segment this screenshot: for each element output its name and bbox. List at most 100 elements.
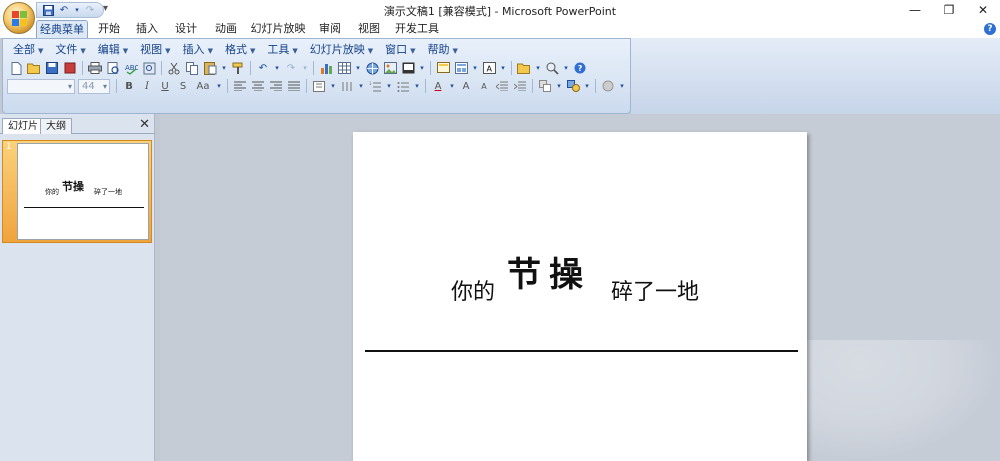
help-icon[interactable]: ? <box>572 60 588 76</box>
customize-qat-icon[interactable]: ▾ <box>103 3 108 14</box>
tab-slides[interactable]: 幻灯片 <box>2 118 44 134</box>
text-direction-dropdown-icon[interactable]: ▾ <box>329 78 337 94</box>
align-left-icon[interactable] <box>232 78 248 94</box>
new-slide-icon[interactable] <box>435 60 451 76</box>
columns-icon[interactable] <box>339 78 355 94</box>
new-icon[interactable] <box>8 60 24 76</box>
menu-window[interactable]: 窗口 ▼ <box>379 42 421 58</box>
underline-icon[interactable]: U <box>157 78 173 94</box>
tab-design[interactable]: 设计 <box>168 20 204 38</box>
table-dropdown-icon[interactable]: ▾ <box>354 60 362 76</box>
undo-icon[interactable]: ↶ <box>57 4 71 16</box>
slide-canvas[interactable]: 你的 节操 碎了一地 <box>353 132 807 461</box>
bullets-dropdown-icon[interactable]: ▾ <box>413 78 421 94</box>
hyperlink-icon[interactable] <box>364 60 380 76</box>
bold-icon[interactable]: B <box>121 78 137 94</box>
menu-tools[interactable]: 工具 ▼ <box>261 42 303 58</box>
paste-dropdown-icon[interactable]: ▾ <box>220 60 228 76</box>
align-center-icon[interactable] <box>250 78 266 94</box>
tab-classic-menu[interactable]: 经典菜单 <box>36 20 88 38</box>
folder-icon[interactable] <box>516 60 532 76</box>
text-box-dropdown-icon[interactable]: ▾ <box>499 60 507 76</box>
menu-view[interactable]: 视图 ▼ <box>134 42 176 58</box>
tab-animation[interactable]: 动画 <box>208 20 244 38</box>
numbering-dropdown-icon[interactable]: ▾ <box>385 78 393 94</box>
close-panel-icon[interactable]: ✕ <box>139 117 150 132</box>
permission-icon[interactable] <box>62 60 78 76</box>
tab-home[interactable]: 开始 <box>92 20 126 38</box>
arrange-icon[interactable] <box>537 78 553 94</box>
italic-icon[interactable]: I <box>139 78 155 94</box>
arrange-dropdown-icon[interactable]: ▾ <box>555 78 563 94</box>
close-button[interactable]: ✕ <box>966 0 1000 20</box>
cut-icon[interactable] <box>166 60 182 76</box>
menu-edit[interactable]: 编辑 ▼ <box>92 42 134 58</box>
shadow-icon[interactable]: S <box>175 78 191 94</box>
slide-thumbnail-selected[interactable]: 1 你的 节操 碎了一地 <box>2 140 152 243</box>
columns-dropdown-icon[interactable]: ▾ <box>357 78 365 94</box>
color-grayscale-icon[interactable] <box>400 60 416 76</box>
undo-icon[interactable]: ↶ <box>255 60 271 76</box>
undo-list-icon[interactable]: ▾ <box>273 60 281 76</box>
tab-outline[interactable]: 大纲 <box>40 118 72 134</box>
menu-all[interactable]: 全部 ▼ <box>7 42 49 58</box>
grayscale-dropdown-icon[interactable]: ▾ <box>418 60 426 76</box>
tab-insert[interactable]: 插入 <box>130 20 164 38</box>
menu-help[interactable]: 帮助 ▼ <box>422 42 464 58</box>
font-name-combo[interactable] <box>7 78 75 94</box>
font-color-dropdown-icon[interactable]: ▾ <box>448 78 456 94</box>
numbering-icon[interactable]: 1 <box>367 78 383 94</box>
font-size-combo[interactable]: 44 <box>78 78 110 94</box>
zoom-icon[interactable] <box>544 60 560 76</box>
text-box-icon[interactable]: A <box>481 60 497 76</box>
minimize-button[interactable]: — <box>898 0 932 20</box>
shapes-dropdown-icon[interactable]: ▾ <box>583 78 591 94</box>
menu-format[interactable]: 格式 ▼ <box>219 42 261 58</box>
slide-text-left[interactable]: 你的 <box>451 274 495 306</box>
slide-layout-icon[interactable] <box>453 60 469 76</box>
office-button[interactable] <box>3 2 35 34</box>
paste-icon[interactable] <box>202 60 218 76</box>
slide-divider-line[interactable] <box>365 350 798 352</box>
slide-text-right[interactable]: 碎了一地 <box>611 274 699 306</box>
align-right-icon[interactable] <box>268 78 284 94</box>
grow-font-icon[interactable]: A <box>458 78 474 94</box>
print-preview-icon[interactable] <box>105 60 121 76</box>
decrease-indent-icon[interactable] <box>494 78 510 94</box>
quick-styles-icon[interactable] <box>600 78 616 94</box>
restore-button[interactable]: ❐ <box>932 0 966 20</box>
folder-dropdown-icon[interactable]: ▾ <box>534 60 542 76</box>
insert-chart-icon[interactable] <box>318 60 334 76</box>
font-color-icon[interactable]: A <box>430 78 446 94</box>
tab-view[interactable]: 视图 <box>352 20 386 38</box>
save-icon[interactable] <box>41 4 55 16</box>
increase-indent-icon[interactable] <box>512 78 528 94</box>
shapes-icon[interactable] <box>565 78 581 94</box>
print-icon[interactable] <box>87 60 103 76</box>
change-case-dropdown-icon[interactable]: ▾ <box>215 78 223 94</box>
format-painter-icon[interactable] <box>230 60 246 76</box>
menu-slideshow[interactable]: 幻灯片放映 ▼ <box>304 42 379 58</box>
justify-icon[interactable] <box>286 78 302 94</box>
copy-icon[interactable] <box>184 60 200 76</box>
layout-dropdown-icon[interactable]: ▾ <box>471 60 479 76</box>
menu-file[interactable]: 文件 ▼ <box>49 42 91 58</box>
menu-insert[interactable]: 插入 ▼ <box>177 42 219 58</box>
tab-slideshow[interactable]: 幻灯片放映 <box>248 20 308 38</box>
insert-picture-icon[interactable] <box>382 60 398 76</box>
insert-table-icon[interactable] <box>336 60 352 76</box>
change-case-icon[interactable]: Aa <box>193 78 213 94</box>
save-icon[interactable] <box>44 60 60 76</box>
quick-styles-dropdown-icon[interactable]: ▾ <box>618 78 626 94</box>
help-icon[interactable]: ? <box>984 23 996 35</box>
open-icon[interactable] <box>26 60 42 76</box>
text-direction-icon[interactable] <box>311 78 327 94</box>
redo-icon[interactable]: ↷ <box>83 4 97 16</box>
redo-icon[interactable]: ↷ <box>283 60 299 76</box>
tab-developer[interactable]: 开发工具 <box>390 20 444 38</box>
redo-list-icon[interactable]: ▾ <box>301 60 309 76</box>
slide-thumbnail[interactable]: 你的 节操 碎了一地 <box>17 143 149 240</box>
research-icon[interactable] <box>141 60 157 76</box>
spelling-icon[interactable]: ABC <box>123 60 139 76</box>
bullets-icon[interactable] <box>395 78 411 94</box>
